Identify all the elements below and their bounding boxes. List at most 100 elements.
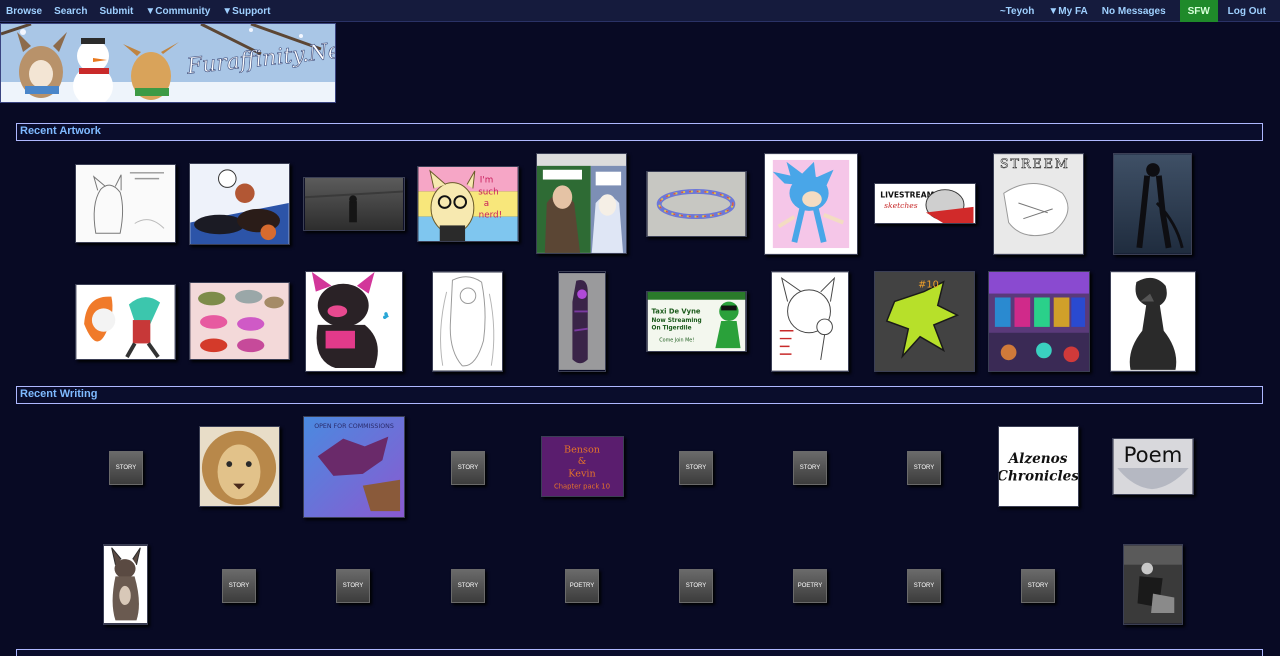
- artwork-thumbnail[interactable]: [764, 153, 858, 255]
- artwork-image: [433, 272, 502, 371]
- story-icon[interactable]: STORY: [451, 451, 485, 485]
- artwork-thumbnail[interactable]: [646, 171, 747, 237]
- thumb-caption: &: [578, 456, 587, 467]
- writing-thumbnail[interactable]: [1123, 544, 1183, 625]
- nav-search-link[interactable]: Search: [54, 6, 87, 17]
- poetry-icon[interactable]: POETRY: [565, 569, 599, 603]
- artwork-image: [76, 285, 175, 359]
- thumb-caption: Chronicles: [999, 469, 1078, 485]
- nav-browse-link[interactable]: Browse: [6, 6, 42, 17]
- artwork-thumbnail[interactable]: [189, 282, 290, 360]
- thumb-caption: Benson: [564, 444, 600, 455]
- nav-submit-link[interactable]: Submit: [99, 6, 133, 17]
- artwork-image: [76, 165, 175, 242]
- writing-thumbnail[interactable]: [103, 544, 148, 625]
- artwork-thumbnail[interactable]: [75, 164, 176, 243]
- story-icon[interactable]: STORY: [451, 569, 485, 603]
- artwork-thumbnail[interactable]: LIVESTREAM sketches: [874, 183, 976, 224]
- writing-thumbnail[interactable]: [199, 426, 280, 507]
- writing-image: [1124, 545, 1182, 624]
- story-icon[interactable]: STORY: [1021, 569, 1055, 603]
- story-icon[interactable]: STORY: [109, 451, 143, 485]
- writing-thumbnail[interactable]: Benson & Kevin Chapter pack 10: [541, 436, 624, 497]
- artwork-image: [304, 178, 404, 230]
- story-icon[interactable]: STORY: [679, 451, 713, 485]
- nav-user-link[interactable]: ~Teyoh: [1000, 6, 1035, 17]
- thumb-caption: LIVESTREAM: [880, 190, 934, 199]
- recent-artwork-header: Recent Artwork: [16, 123, 1263, 141]
- writing-image: Alzenos Chronicles: [999, 427, 1078, 506]
- artwork-thumbnail[interactable]: [303, 177, 405, 231]
- writing-image: OPEN FOR COMMISSIONS: [304, 417, 404, 517]
- artwork-image: STREEM: [994, 154, 1083, 254]
- nav-support-menu[interactable]: ▼Support: [222, 6, 270, 17]
- nav-myfa-menu[interactable]: ▼My FA: [1048, 6, 1087, 17]
- thumb-caption: I'm: [480, 176, 494, 186]
- artwork-image: [1114, 154, 1191, 254]
- artwork-thumbnail[interactable]: [189, 163, 290, 245]
- thumb-caption: Poem: [1124, 443, 1183, 468]
- artwork-image: LIVESTREAM sketches: [876, 184, 974, 223]
- artwork-thumbnail[interactable]: [558, 271, 606, 372]
- story-icon[interactable]: STORY: [679, 569, 713, 603]
- recent-writing-header: Recent Writing: [16, 386, 1263, 404]
- banner-artwork: Furaffinity.Net: [1, 24, 335, 102]
- thumb-caption: nerd!: [479, 211, 502, 221]
- artwork-thumbnail[interactable]: [988, 271, 1090, 372]
- artwork-thumbnail[interactable]: STREEM: [993, 153, 1084, 255]
- thumb-caption: On Tigerdile: [652, 326, 692, 332]
- nav-messages-link[interactable]: No Messages: [1102, 6, 1166, 17]
- nav-logout-link[interactable]: Log Out: [1228, 6, 1266, 17]
- thumb-caption: a: [484, 199, 489, 209]
- story-icon[interactable]: STORY: [793, 451, 827, 485]
- artwork-image: [190, 164, 289, 244]
- thumb-caption: Now Streaming: [652, 318, 702, 324]
- thumb-caption: sketches: [884, 201, 918, 210]
- poetry-icon[interactable]: POETRY: [793, 569, 827, 603]
- writing-image: [200, 427, 279, 506]
- thumb-caption: Alzenos: [1007, 451, 1068, 467]
- artwork-thumbnail[interactable]: [75, 284, 176, 360]
- artwork-thumbnail[interactable]: Taxi De Vyne Now Streaming On Tigerdile …: [646, 291, 747, 352]
- writing-thumbnail[interactable]: OPEN FOR COMMISSIONS: [303, 416, 405, 518]
- site-banner[interactable]: Furaffinity.Net: [0, 23, 336, 103]
- thumb-caption: Chapter pack 10: [554, 482, 610, 490]
- story-icon[interactable]: STORY: [907, 569, 941, 603]
- thumb-caption: OPEN FOR COMMISSIONS: [314, 423, 394, 430]
- artwork-thumbnail[interactable]: [1113, 153, 1192, 255]
- artwork-image: [537, 154, 626, 253]
- artwork-image: [1111, 272, 1195, 371]
- artwork-image: ❤: [306, 272, 402, 371]
- writing-image: Benson & Kevin Chapter pack 10: [542, 437, 623, 496]
- recent-writing-title: Recent Writing: [20, 388, 98, 400]
- writing-image: Poem: [1113, 439, 1193, 494]
- artwork-thumbnail[interactable]: [536, 153, 627, 254]
- artwork-image: [190, 283, 289, 359]
- thumb-caption: Kevin: [568, 469, 595, 480]
- thumb-caption: STREEM: [1000, 156, 1070, 171]
- writing-thumbnail[interactable]: Alzenos Chronicles: [998, 426, 1079, 507]
- story-icon[interactable]: STORY: [222, 569, 256, 603]
- writing-thumbnail[interactable]: Poem: [1112, 438, 1194, 495]
- artwork-thumbnail[interactable]: ❤: [305, 271, 403, 372]
- artwork-thumbnail[interactable]: I'm such a nerd!: [417, 166, 519, 242]
- artwork-image: [772, 272, 848, 371]
- thumb-caption: Come Join Me!: [659, 337, 694, 343]
- thumb-caption: Taxi De Vyne: [652, 307, 701, 315]
- writing-image: [104, 545, 147, 624]
- artwork-thumbnail[interactable]: #10: [874, 271, 975, 372]
- artwork-thumbnail[interactable]: [432, 271, 503, 372]
- artwork-image: I'm such a nerd!: [418, 167, 518, 241]
- sfw-toggle-button[interactable]: SFW: [1179, 0, 1218, 22]
- artwork-image: [989, 272, 1089, 371]
- nav-community-menu[interactable]: ▼Community: [145, 6, 210, 17]
- artwork-image: [647, 172, 746, 236]
- artwork-image: #10: [875, 272, 974, 371]
- svg-text:#10: #10: [918, 280, 939, 291]
- story-icon[interactable]: STORY: [336, 569, 370, 603]
- artwork-image: Taxi De Vyne Now Streaming On Tigerdile …: [647, 292, 746, 351]
- top-navigation-bar: Browse Search Submit ▼Community ▼Support…: [0, 0, 1280, 22]
- artwork-thumbnail[interactable]: [771, 271, 849, 372]
- artwork-thumbnail[interactable]: [1110, 271, 1196, 372]
- story-icon[interactable]: STORY: [907, 451, 941, 485]
